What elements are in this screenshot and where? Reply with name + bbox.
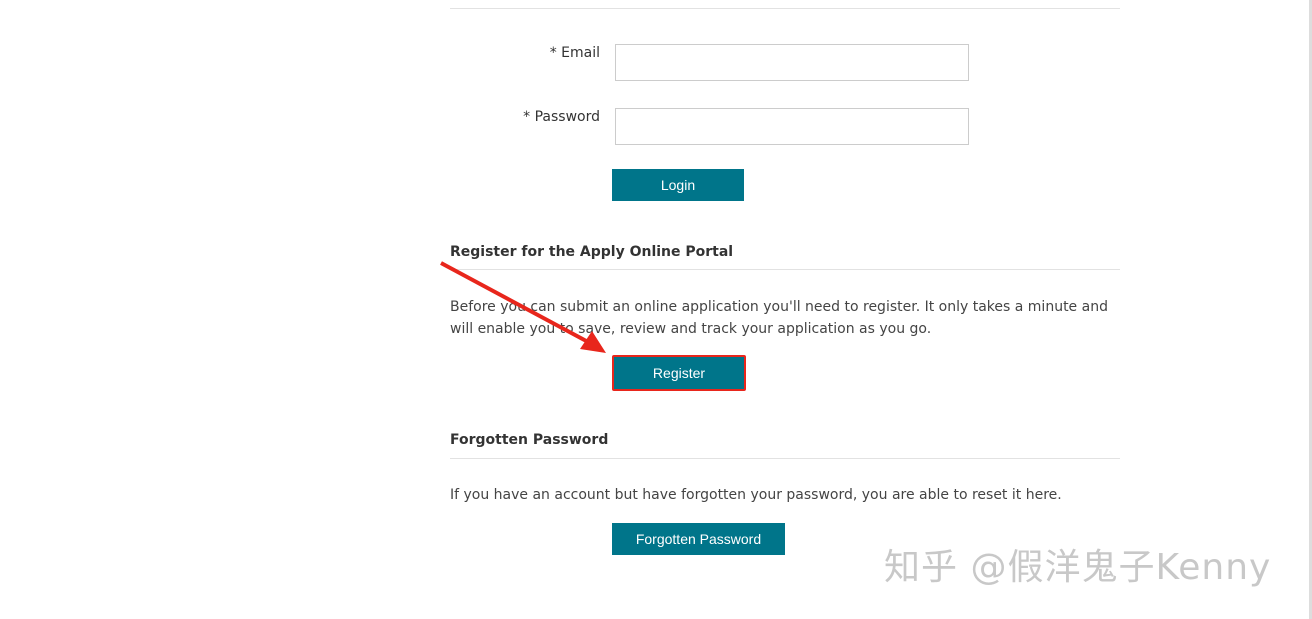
divider [450, 458, 1120, 459]
forgotten-password-button[interactable]: Forgotten Password [612, 523, 785, 555]
watermark: 知乎 @假洋鬼子Kenny [884, 547, 1272, 588]
forgot-heading: Forgotten Password [450, 432, 609, 448]
arrow-head [580, 331, 606, 353]
arrow-shaft [440, 261, 591, 345]
forgot-text: If you have an account but have forgotte… [450, 487, 1062, 503]
